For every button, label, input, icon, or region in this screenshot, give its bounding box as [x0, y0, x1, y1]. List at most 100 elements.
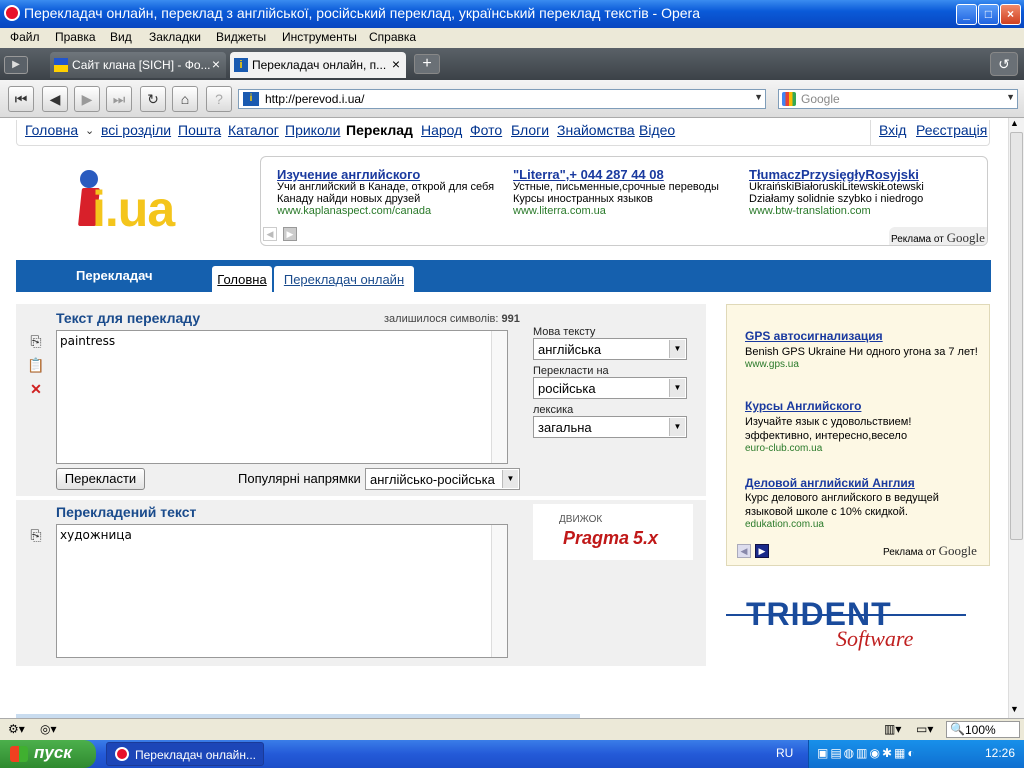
lexicon-select[interactable]: загальна ▼	[533, 416, 687, 438]
copy-icon[interactable]: ⎘	[26, 525, 46, 545]
fast-forward-icon[interactable]: ⏭	[106, 86, 132, 112]
iua-logo[interactable]: i.ua	[72, 168, 184, 237]
translate-button[interactable]: Перекласти	[56, 468, 145, 490]
tools-icon[interactable]: ⚙▾	[8, 722, 25, 736]
next-arrow-icon[interactable]: ▶	[283, 227, 297, 241]
next-arrow-icon[interactable]: ▶	[755, 544, 769, 558]
tab-label: Перекладач онлайн, п...	[252, 58, 387, 72]
nav-blogs-link[interactable]: Блоги	[511, 122, 549, 138]
ad-title[interactable]: TłumaczPrzysięgłyRosyjski	[749, 167, 919, 182]
menu-view[interactable]: Вид	[110, 30, 132, 44]
textarea-scrollbar[interactable]	[491, 331, 507, 463]
unite-icon[interactable]: ◎▾	[40, 722, 57, 736]
tab-online-translator[interactable]: Перекладач онлайн	[274, 266, 414, 292]
zoom-value: 100%	[965, 723, 996, 737]
trash-closed-tabs-icon[interactable]: ↺	[990, 52, 1018, 76]
panel-toggle-icon[interactable]: ▶	[4, 56, 28, 74]
menu-file[interactable]: Файл	[10, 30, 40, 44]
windows-flag-icon	[10, 746, 28, 762]
chevron-down-icon[interactable]: ▼	[1006, 92, 1015, 102]
ad-title[interactable]: GPS автосигнализация	[745, 329, 883, 343]
nav-catalog-link[interactable]: Каталог	[228, 122, 279, 138]
maximize-button[interactable]: □	[978, 4, 999, 25]
ad-url[interactable]: www.btw-translation.com	[749, 205, 871, 217]
nav-all-sections-link[interactable]: всі розділи	[101, 122, 171, 138]
prev-arrow-icon[interactable]: ◀	[737, 544, 751, 558]
start-button[interactable]: пуск	[0, 740, 96, 768]
ads-by-label: Реклама от	[891, 234, 944, 245]
address-bar[interactable]: i http://perevod.i.ua/ ▼	[238, 89, 766, 109]
ads-by-google[interactable]: Реклама от Google	[889, 227, 987, 245]
scroll-down-icon[interactable]: ▼	[1010, 704, 1019, 714]
paste-icon[interactable]: 📋	[26, 355, 46, 375]
minimize-button[interactable]: _	[956, 4, 977, 25]
source-textarea[interactable]: paintress	[56, 330, 508, 464]
section-header: Перекладач Головна Перекладач онлайн	[16, 260, 991, 292]
popular-direction-select[interactable]: англійсько-російська ▼	[365, 468, 520, 490]
tray-icons[interactable]: ▣▤◍▥◉✱▦◐	[817, 746, 917, 760]
rewind-icon[interactable]: ⏮	[8, 86, 34, 112]
close-tab-icon[interactable]: ×	[212, 56, 220, 72]
page-scrollbar[interactable]: ▲ ▼	[1008, 118, 1024, 718]
ad-url[interactable]: edukation.com.ua	[745, 519, 824, 530]
nav-dating-link[interactable]: Знайомства	[557, 122, 635, 138]
menu-bookmarks[interactable]: Закладки	[149, 30, 201, 44]
tab-translator[interactable]: i Перекладач онлайн, п... ×	[230, 52, 406, 78]
tab-sich[interactable]: Сайт клана [SICH] - Фо... ×	[50, 52, 226, 78]
scroll-up-icon[interactable]: ▲	[1010, 118, 1019, 128]
new-tab-icon[interactable]: +	[414, 54, 440, 74]
engine-name: Pragma	[563, 528, 630, 548]
ads-by-google[interactable]: Реклама от Google	[883, 543, 977, 559]
login-link[interactable]: Вхід	[879, 122, 906, 138]
nav-translate-link[interactable]: Переклад	[346, 122, 413, 138]
textarea-scrollbar[interactable]	[491, 525, 507, 657]
ad-title[interactable]: "Literra",+ 044 287 44 08	[513, 167, 664, 182]
nav-photo-link[interactable]: Фото	[470, 122, 502, 138]
language-indicator[interactable]: RU	[776, 746, 793, 760]
ad-title[interactable]: Курсы Английского	[745, 399, 861, 413]
chevron-down-icon[interactable]: ⌄	[85, 124, 94, 137]
home-icon[interactable]: ⌂	[172, 86, 198, 112]
result-textarea[interactable]: художница	[56, 524, 508, 658]
prev-arrow-icon[interactable]: ◀	[263, 227, 277, 241]
menu-help[interactable]: Справка	[369, 30, 416, 44]
view-icon[interactable]: ▭▾	[916, 722, 933, 736]
menu-edit[interactable]: Правка	[55, 30, 96, 44]
back-icon[interactable]: ◀	[42, 86, 68, 112]
ad-url[interactable]: euro-club.com.ua	[745, 443, 822, 454]
pragma-logo[interactable]: ДВИЖОК Pragma 5.x	[533, 504, 693, 560]
chevron-down-icon[interactable]: ▼	[754, 92, 763, 102]
clear-icon[interactable]: ✕	[26, 379, 46, 399]
menu-tools[interactable]: Инструменты	[282, 30, 357, 44]
scrollbar-thumb[interactable]	[1010, 132, 1023, 540]
reload-icon[interactable]: ↻	[140, 86, 166, 112]
copy-icon[interactable]: ⎘	[26, 331, 46, 351]
ad-title[interactable]: Изучение английского	[277, 167, 420, 182]
nav-video-link[interactable]: Відео	[639, 122, 675, 138]
target-lang-select[interactable]: російська ▼	[533, 377, 687, 399]
close-window-button[interactable]: ×	[1000, 4, 1021, 25]
ad-url[interactable]: www.kaplanaspect.com/canada	[277, 205, 431, 217]
ad-url[interactable]: www.literra.com.ua	[513, 205, 606, 217]
nav-jokes-link[interactable]: Приколи	[285, 122, 340, 138]
wand-icon[interactable]: ?	[206, 86, 232, 112]
source-lang-select[interactable]: англійська ▼	[533, 338, 687, 360]
ad-url[interactable]: www.gps.ua	[745, 359, 799, 370]
ad-title[interactable]: Деловой английский Англия	[745, 476, 915, 490]
zoom-control[interactable]: 🔍 100%	[946, 721, 1020, 738]
window-title: Перекладач онлайн, переклад з англійсько…	[24, 5, 700, 21]
ad-description: Устные, письменные,срочные переводы Курс…	[513, 181, 719, 205]
close-tab-icon[interactable]: ×	[392, 56, 400, 72]
search-input[interactable]: Google ▼	[778, 89, 1018, 109]
tab-main[interactable]: Головна	[212, 266, 272, 292]
nav-home-link[interactable]: Головна	[25, 122, 78, 138]
panel-icon[interactable]: ▥▾	[884, 722, 901, 736]
trident-logo[interactable]: TRIDENT Software	[726, 596, 966, 652]
forward-icon[interactable]: ▶	[74, 86, 100, 112]
register-link[interactable]: Реєстрація	[916, 122, 987, 138]
taskbar-item-label: Перекладач онлайн...	[135, 748, 257, 762]
taskbar-item-opera[interactable]: Перекладач онлайн...	[106, 742, 264, 766]
nav-people-link[interactable]: Народ	[421, 122, 462, 138]
nav-mail-link[interactable]: Пошта	[178, 122, 221, 138]
menu-widgets[interactable]: Виджеты	[216, 30, 266, 44]
